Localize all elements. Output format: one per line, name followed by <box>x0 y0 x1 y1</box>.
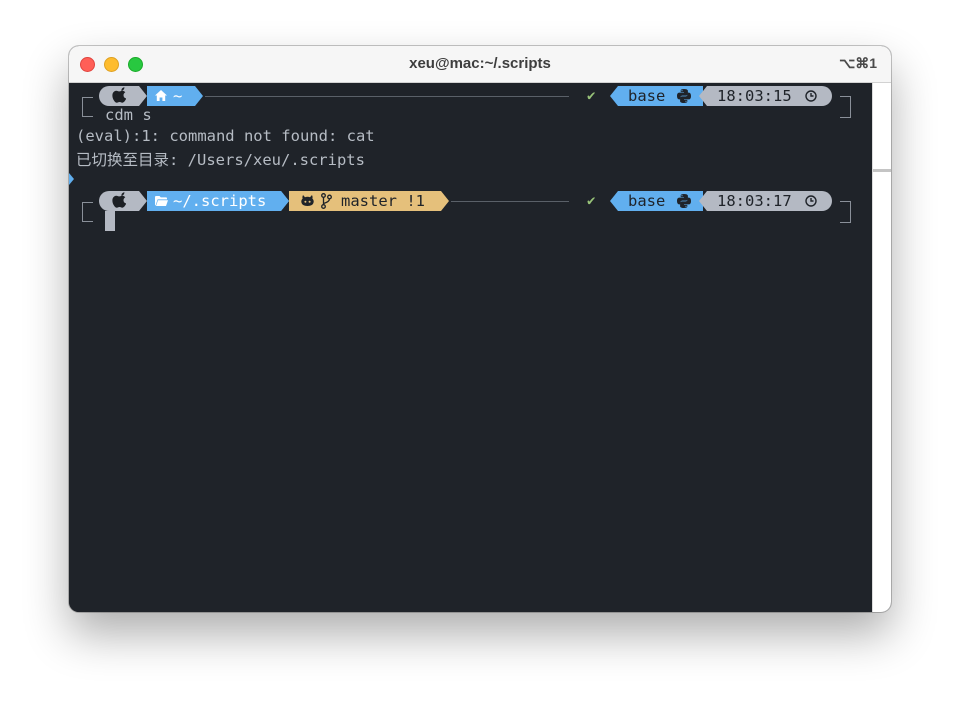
python-icon <box>677 194 691 208</box>
scrollbar[interactable] <box>872 83 891 612</box>
prompt-frame-corner <box>82 212 93 222</box>
time-segment: 18:03:15 <box>707 86 832 106</box>
segment-separator <box>441 191 449 211</box>
segment-separator <box>281 191 289 211</box>
conda-env-segment: base <box>618 86 703 106</box>
os-segment <box>99 191 139 211</box>
title-bar: xeu@mac:~/.scripts ⌥⌘1 <box>69 46 891 83</box>
segment-separator <box>610 86 618 106</box>
prompt-frame-corner <box>82 107 93 117</box>
check-icon: ✔ <box>587 193 596 209</box>
terminal-content[interactable]: ~ ✔ base 18:03:15 cdm s (eval):1: comman… <box>69 83 872 612</box>
clock-icon <box>805 90 817 102</box>
check-icon: ✔ <box>587 88 596 104</box>
segment-separator <box>699 86 707 106</box>
command-line: cdm s <box>105 106 152 124</box>
dir-segment: ~/.scripts <box>147 191 281 211</box>
segment-separator <box>699 191 707 211</box>
scrollbar-thumb[interactable] <box>873 169 891 172</box>
prompt1-dir: ~ <box>173 87 183 105</box>
segment-separator <box>139 191 147 211</box>
output-line: 已切换至目录: /Users/xeu/.scripts <box>76 151 365 169</box>
output-line: (eval):1: command not found: cat <box>76 127 375 145</box>
folder-icon <box>155 196 168 206</box>
prompt-rule <box>205 96 569 97</box>
prompt2-dir: ~/.scripts <box>173 192 267 210</box>
home-icon <box>155 90 167 101</box>
terminal-window: xeu@mac:~/.scripts ⌥⌘1 ~ ✔ base 18:03:15… <box>69 46 891 612</box>
prompt-rule <box>451 201 569 202</box>
os-segment <box>99 86 139 106</box>
clock-icon <box>805 195 817 207</box>
prompt-frame-right <box>840 96 851 118</box>
github-icon <box>301 195 314 207</box>
segment-separator <box>195 86 203 106</box>
prompt2-git-branch: master !1 <box>341 192 425 210</box>
python-icon <box>677 89 691 103</box>
git-segment: master !1 <box>281 191 441 211</box>
prompt-frame-right <box>840 201 851 223</box>
git-branch-icon <box>321 193 332 209</box>
time-segment: 18:03:17 <box>707 191 832 211</box>
prompt1-time: 18:03:15 <box>717 87 792 105</box>
segment-separator <box>139 86 147 106</box>
text-cursor <box>105 211 115 231</box>
prompt2-time: 18:03:17 <box>717 192 792 210</box>
dir-segment: ~ <box>147 86 195 106</box>
window-title: xeu@mac:~/.scripts <box>409 55 551 72</box>
conda-env-segment: base <box>618 191 703 211</box>
apple-icon <box>112 87 126 103</box>
prompt2-env: base <box>628 192 666 210</box>
prompt1-env: base <box>628 87 666 105</box>
segment-separator <box>610 191 618 211</box>
window-shortcut: ⌥⌘1 <box>839 55 877 71</box>
apple-icon <box>112 192 126 208</box>
prompt-marker-icon <box>69 173 74 185</box>
